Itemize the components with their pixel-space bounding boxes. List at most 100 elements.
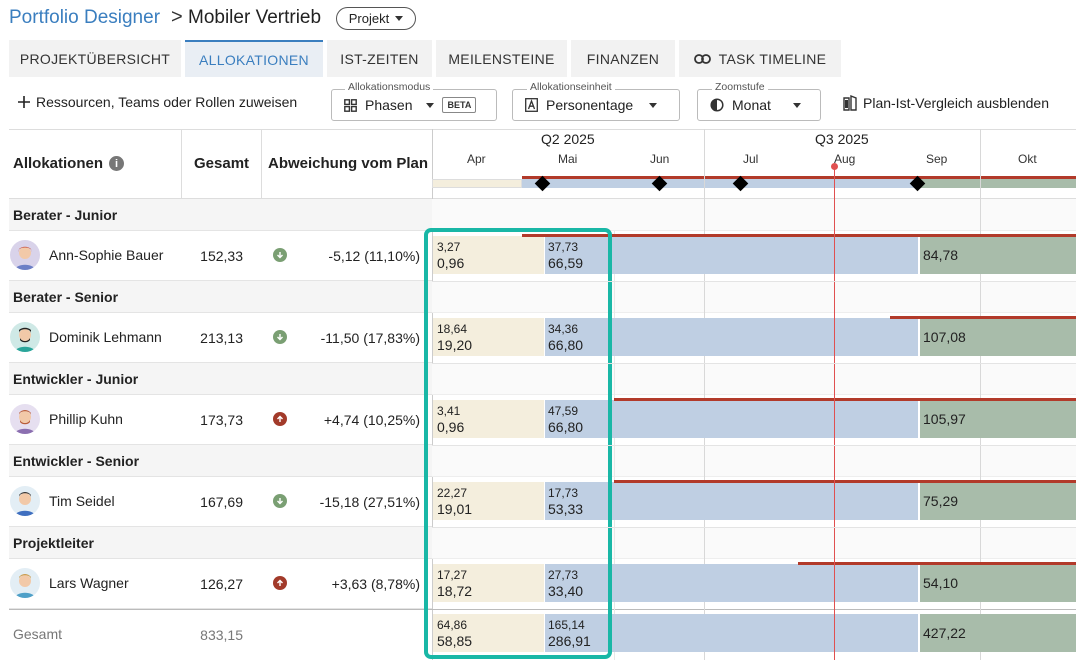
plan-line — [890, 316, 1076, 319]
person-name: Phillip Kuhn — [49, 411, 123, 427]
tab-finanzen[interactable]: FINANZEN — [571, 40, 675, 77]
letter-a-icon — [525, 98, 538, 112]
caret-down-icon — [395, 16, 404, 21]
phase-3-value: 107,08 — [923, 329, 966, 345]
arrow-down-icon — [273, 494, 287, 508]
row-divider — [432, 445, 1076, 446]
allocation-unit-label: Allokationseinheit — [527, 81, 615, 93]
person-deviation: -15,18 (27,51%) — [319, 494, 420, 510]
table-row[interactable]: Tim Seidel 167,69 -15,18 (27,51%) — [9, 477, 432, 527]
overview-plan-line — [522, 176, 1076, 179]
person-total: 152,33 — [200, 248, 243, 264]
allocation-unit-value: Personentage — [546, 97, 634, 113]
app-root: Portfolio Designer > Mobiler Vertrieb Pr… — [0, 0, 1076, 660]
phase-3-value: 75,29 — [923, 493, 959, 509]
tab-label: TASK TIMELINE — [718, 50, 827, 67]
person-name: Tim Seidel — [49, 493, 115, 509]
clock-icon — [710, 98, 724, 112]
group-label: Berater - Senior — [13, 289, 119, 305]
quarter-gridline — [980, 129, 981, 660]
group-row: Berater - Senior — [9, 281, 432, 313]
group-label: Berater - Junior — [13, 207, 118, 223]
today-line — [834, 166, 835, 660]
project-type-dropdown[interactable]: Projekt — [336, 7, 416, 30]
assign-resources-label: Ressourcen, Teams oder Rollen zuweisen — [36, 94, 298, 110]
person-name: Lars Wagner — [49, 575, 129, 591]
phase-3-cell — [920, 564, 1076, 602]
table-row[interactable]: Dominik Lehmann 213,13 -11,50 (17,83%) — [9, 313, 432, 363]
table-row[interactable]: Phillip Kuhn 173,73 +4,74 (10,25%) — [9, 395, 432, 445]
allocation-mode-value: Phasen — [365, 97, 413, 113]
table-row[interactable]: Lars Wagner 126,27 +3,63 (8,78%) — [9, 559, 432, 609]
zoom-level-label: Zoomstufe — [712, 81, 768, 93]
phase-3-cell — [920, 236, 1076, 274]
tab-ist-zeiten[interactable]: IST-ZEITEN — [327, 40, 432, 77]
selection-highlight — [424, 228, 612, 659]
tab-allokationen[interactable]: ALLOKATIONEN — [185, 40, 323, 77]
row-divider — [432, 281, 1076, 282]
phase-3-cell — [920, 318, 1076, 356]
tab-label: IST-ZEITEN — [340, 50, 419, 67]
toggle-plan-actual-button[interactable]: Plan-Ist-Vergleich ausblenden — [843, 95, 1049, 111]
breadcrumb-separator: > — [171, 6, 183, 28]
tab-label: MEILENSTEINE — [448, 50, 555, 67]
allocation-mode-select[interactable]: Phasen BETA — [331, 89, 497, 121]
info-icon[interactable]: i — [109, 156, 125, 171]
phase-3-value: 84,78 — [923, 247, 959, 263]
tab-label: PROJEKTÜBERSICHT — [19, 50, 171, 67]
person-total: 126,27 — [200, 576, 243, 592]
phase-3-value: 105,97 — [923, 411, 966, 427]
tab-meilensteine[interactable]: MEILENSTEINE — [436, 40, 567, 77]
beta-badge: BETA — [442, 97, 477, 113]
group-label: Entwickler - Senior — [13, 453, 140, 469]
link-icon — [693, 53, 711, 64]
avatar — [10, 240, 40, 270]
group-row: Entwickler - Senior — [9, 445, 432, 477]
totals-row: Gesamt 833,15 — [9, 609, 432, 660]
tab-projektuebersicht[interactable]: PROJEKTÜBERSICHT — [9, 40, 181, 77]
person-name: Ann-Sophie Bauer — [49, 247, 164, 263]
month-label-jun: Jun — [650, 152, 670, 166]
group-row: Entwickler - Junior — [9, 363, 432, 395]
person-total: 167,69 — [200, 494, 243, 510]
row-divider — [432, 527, 1076, 528]
plan-line — [614, 398, 1076, 401]
overview-phase-3 — [918, 179, 1076, 188]
group-row: Projektleiter — [9, 527, 432, 559]
month-label-jul: Jul — [743, 152, 759, 166]
avatar — [10, 568, 40, 598]
allocation-unit-select[interactable]: Personentage — [512, 89, 680, 121]
phase-3-cell — [920, 400, 1076, 438]
person-deviation: -5,12 (11,10%) — [328, 248, 420, 264]
avatar — [10, 404, 40, 434]
column-header-allocations-label: Allokationen — [13, 155, 104, 172]
group-label: Entwickler - Junior — [13, 371, 139, 387]
person-deviation: +3,63 (8,78%) — [331, 576, 420, 592]
zoom-level-select[interactable]: Monat — [697, 89, 821, 121]
caret-down-icon — [426, 102, 435, 108]
table-row[interactable]: Ann-Sophie Bauer 152,33 -5,12 (11,10%) — [9, 231, 432, 281]
plan-line — [798, 562, 1076, 565]
plus-icon — [18, 96, 30, 108]
row-divider — [432, 363, 1076, 364]
breadcrumb-portfolio-designer[interactable]: Portfolio Designer — [9, 7, 160, 29]
arrow-down-icon — [273, 330, 287, 344]
overview-phase-2 — [522, 179, 918, 188]
phase-3-value: 427,22 — [923, 625, 966, 641]
avatar — [10, 486, 40, 516]
column-header-allocations: Allokationen i — [13, 155, 125, 172]
caret-down-icon — [649, 102, 658, 108]
caret-down-icon — [792, 102, 801, 108]
person-deviation: -11,50 (17,83%) — [320, 330, 420, 346]
person-deviation: +4,74 (10,25%) — [323, 412, 420, 428]
group-row: Berater - Junior — [9, 199, 432, 231]
grid-icon — [344, 98, 357, 112]
tab-task-timeline[interactable]: TASK TIMELINE — [679, 40, 841, 77]
assign-resources-button[interactable]: Ressourcen, Teams oder Rollen zuweisen — [18, 94, 297, 110]
avatar — [10, 322, 40, 352]
quarter-label-q3: Q3 2025 — [815, 131, 869, 147]
phase-3-cell — [920, 614, 1076, 652]
allocation-mode-label: Allokationsmodus — [345, 81, 434, 93]
page-title: Mobiler Vertrieb — [188, 7, 322, 28]
month-label-okt: Okt — [1018, 152, 1037, 166]
